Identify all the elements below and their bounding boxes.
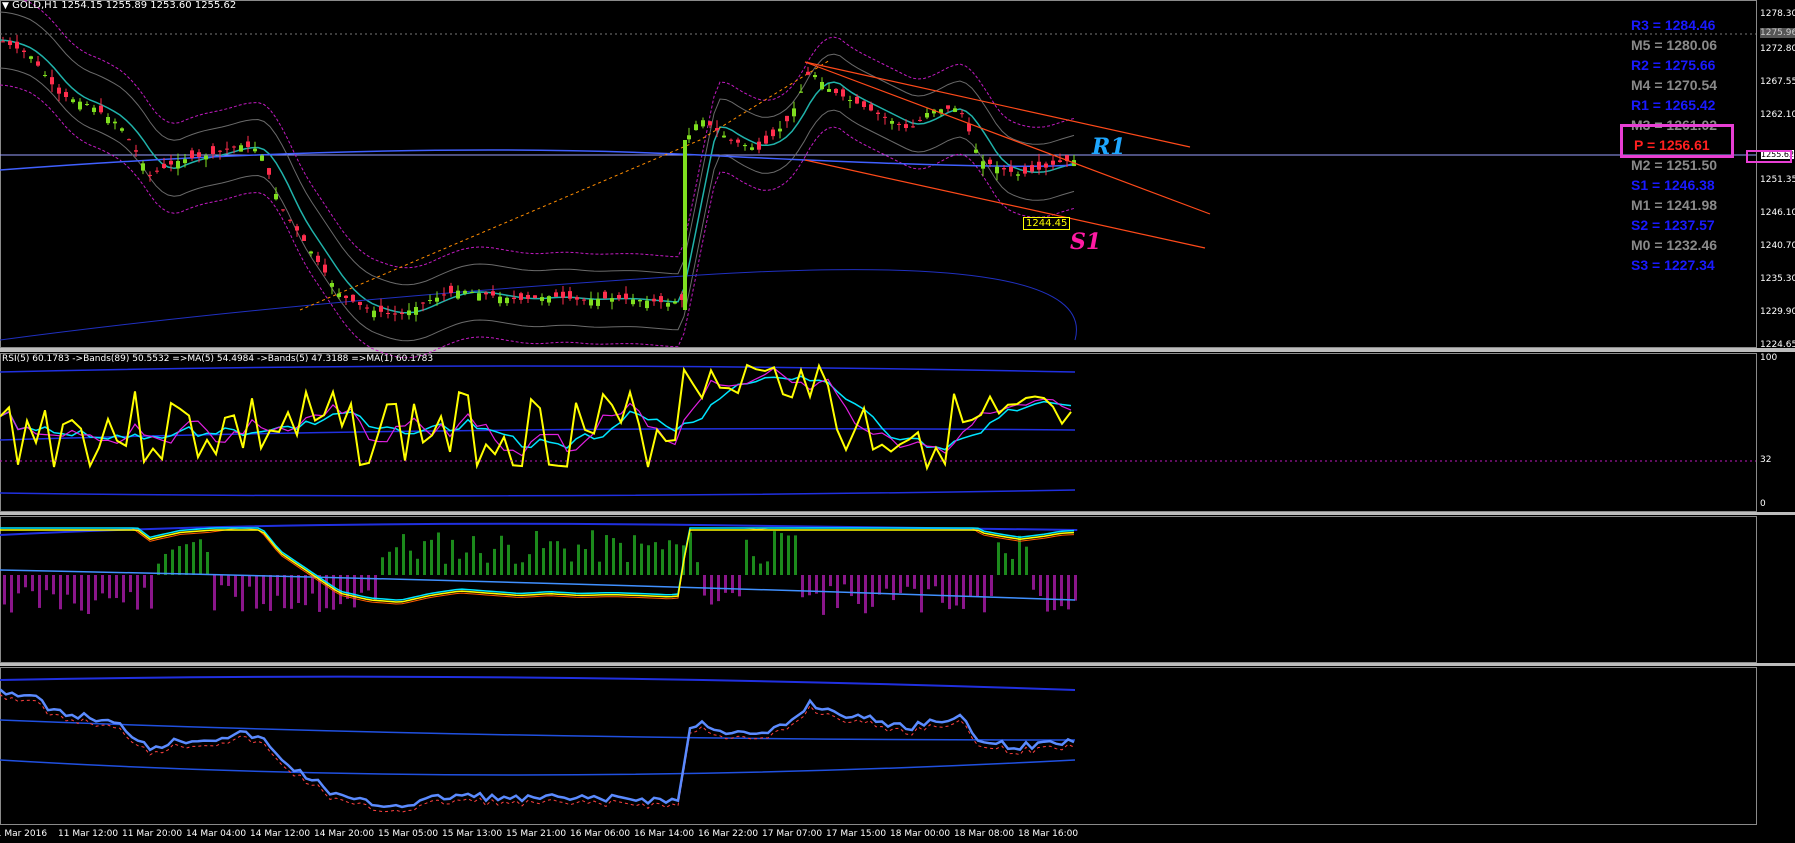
s1-annotation[interactable]: S1 [1070,229,1101,255]
rsi-label: RSI(5) 60.1783 ->Bands(89) 50.5532 =>MA(… [2,354,434,364]
price-tick: 1278.30 [1760,9,1795,19]
chart-title-text: GOLD,H1 1254.15 1255.89 1253.60 1255.62 [12,0,237,11]
time-tick: 11 Mar 20:00 [122,829,183,839]
time-tick: 18 Mar 08:00 [954,829,1015,839]
time-tick: 11 Mar 12:00 [58,829,119,839]
chart-title: ▼ GOLD,H1 1254.15 1255.89 1253.60 1255.6… [2,0,236,11]
price-tick: 1267.55 [1760,77,1795,87]
pivot-level: M1 = 1241.98 [1631,197,1718,213]
time-tick: 14 Mar 04:00 [186,829,247,839]
pivot-level: M5 = 1280.06 [1631,37,1718,53]
time-tick: 11 Mar 2016 [0,829,48,839]
pivot-level: R2 = 1275.66 [1631,57,1716,73]
price-tick: 1262.10 [1760,110,1795,120]
rsi-tick: 32 [1760,455,1772,465]
triangle-down-icon[interactable]: ▼ [2,1,9,11]
r1-annotation[interactable]: R1 [1092,134,1126,160]
time-tick: 14 Mar 20:00 [314,829,375,839]
main-price-chart [0,0,1077,359]
ask-price-tag: 1275.96 [1760,28,1795,38]
time-tick: 16 Mar 22:00 [698,829,759,839]
pivot-level: M2 = 1251.50 [1631,157,1718,173]
pivot-level: S3 = 1227.34 [1631,257,1715,273]
pivot-level: S1 = 1246.38 [1631,177,1715,193]
price-tick: 1224.65 [1760,340,1795,350]
pivot-level: R1 = 1265.42 [1631,97,1716,113]
time-tick: 18 Mar 00:00 [890,829,951,839]
rsi-indicator-panel [0,362,1076,497]
time-tick: 14 Mar 12:00 [250,829,311,839]
time-tick: 15 Mar 05:00 [378,829,439,839]
price-label-box: 1244.45 [1023,217,1071,230]
time-tick: 15 Mar 13:00 [442,829,503,839]
time-tick: 16 Mar 06:00 [570,829,631,839]
price-tick: 1240.70 [1760,241,1795,251]
price-tick: 1235.30 [1760,274,1795,284]
pivot-highlight-box [1620,124,1734,158]
pivot-level: S2 = 1237.57 [1631,217,1715,233]
current-price-marker [1746,150,1792,163]
bottom-indicator-panel [0,675,1076,813]
chart-canvas[interactable] [0,0,1795,843]
rsi-tick: 0 [1760,499,1766,509]
time-tick: 18 Mar 16:00 [1018,829,1079,839]
pivot-level: R3 = 1284.46 [1631,17,1716,33]
price-tick: 1272.80 [1760,44,1795,54]
time-tick: 16 Mar 14:00 [634,829,695,839]
rsi-tick: 100 [1760,353,1778,363]
panel-separators[interactable] [0,348,1795,666]
pivot-level: M0 = 1232.46 [1631,237,1718,253]
price-tick: 1246.10 [1760,208,1795,218]
price-tick: 1251.35 [1760,175,1795,185]
pivot-level: M4 = 1270.54 [1631,77,1718,93]
macd-indicator-panel [0,522,1078,615]
time-tick: 17 Mar 15:00 [826,829,887,839]
panel-frames [0,0,1757,825]
price-tick: 1229.90 [1760,307,1795,317]
time-tick: 15 Mar 21:00 [506,829,567,839]
time-tick: 17 Mar 07:00 [762,829,823,839]
